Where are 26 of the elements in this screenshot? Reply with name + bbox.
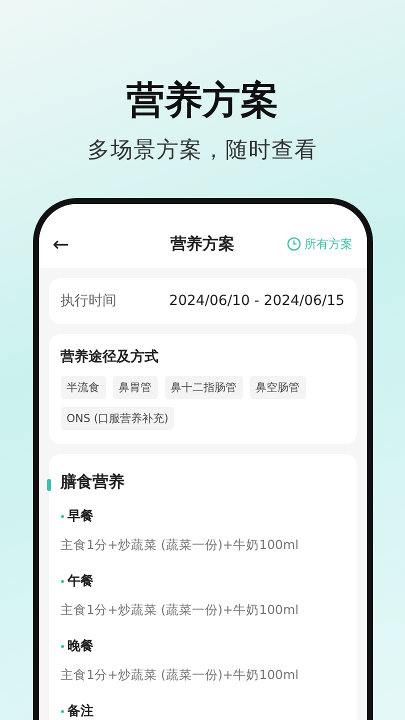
- meal-detail: 主食1分+炒蔬菜 (蔬菜一份)+牛奶100ml: [60, 667, 300, 684]
- route-tag: 鼻空肠管: [250, 376, 306, 399]
- bullet-icon: [60, 514, 64, 518]
- bullet-icon: [60, 580, 64, 582]
- headline: 营养方案: [126, 77, 278, 124]
- meal-detail: 主食1分+炒蔬菜 (蔬菜一份)+牛奶100ml: [60, 602, 300, 619]
- meal-name: 午餐: [68, 573, 94, 590]
- accent-bar: [46, 479, 50, 491]
- route-tag: ONS (口服营养补充): [60, 407, 174, 430]
- meal-name: 晚餐: [68, 638, 94, 655]
- period-label: 执行时间: [60, 292, 116, 310]
- back-button[interactable]: ←: [52, 232, 132, 256]
- clock-icon: [286, 237, 300, 251]
- card-title: 膳食营养: [60, 472, 126, 493]
- subtitle: 多场景方案，随时查看: [88, 137, 318, 165]
- bullet-icon: [60, 644, 64, 648]
- route-tag: 鼻十二指肠管: [164, 376, 242, 399]
- screen-title: 营养方案: [170, 234, 234, 254]
- bullet-icon: [60, 710, 64, 712]
- period-value: 2024/06/10 - 2024/06/15: [169, 293, 344, 309]
- card-title: 营养途径及方式: [60, 348, 160, 366]
- route-tag: 鼻胃管: [112, 376, 158, 399]
- meal-name: 备注: [68, 702, 94, 720]
- meal-detail: 主食1分+炒蔬菜 (蔬菜一份)+牛奶100ml: [60, 537, 300, 554]
- route-tag: 半流食: [60, 376, 106, 399]
- meal-name: 早餐: [68, 508, 94, 525]
